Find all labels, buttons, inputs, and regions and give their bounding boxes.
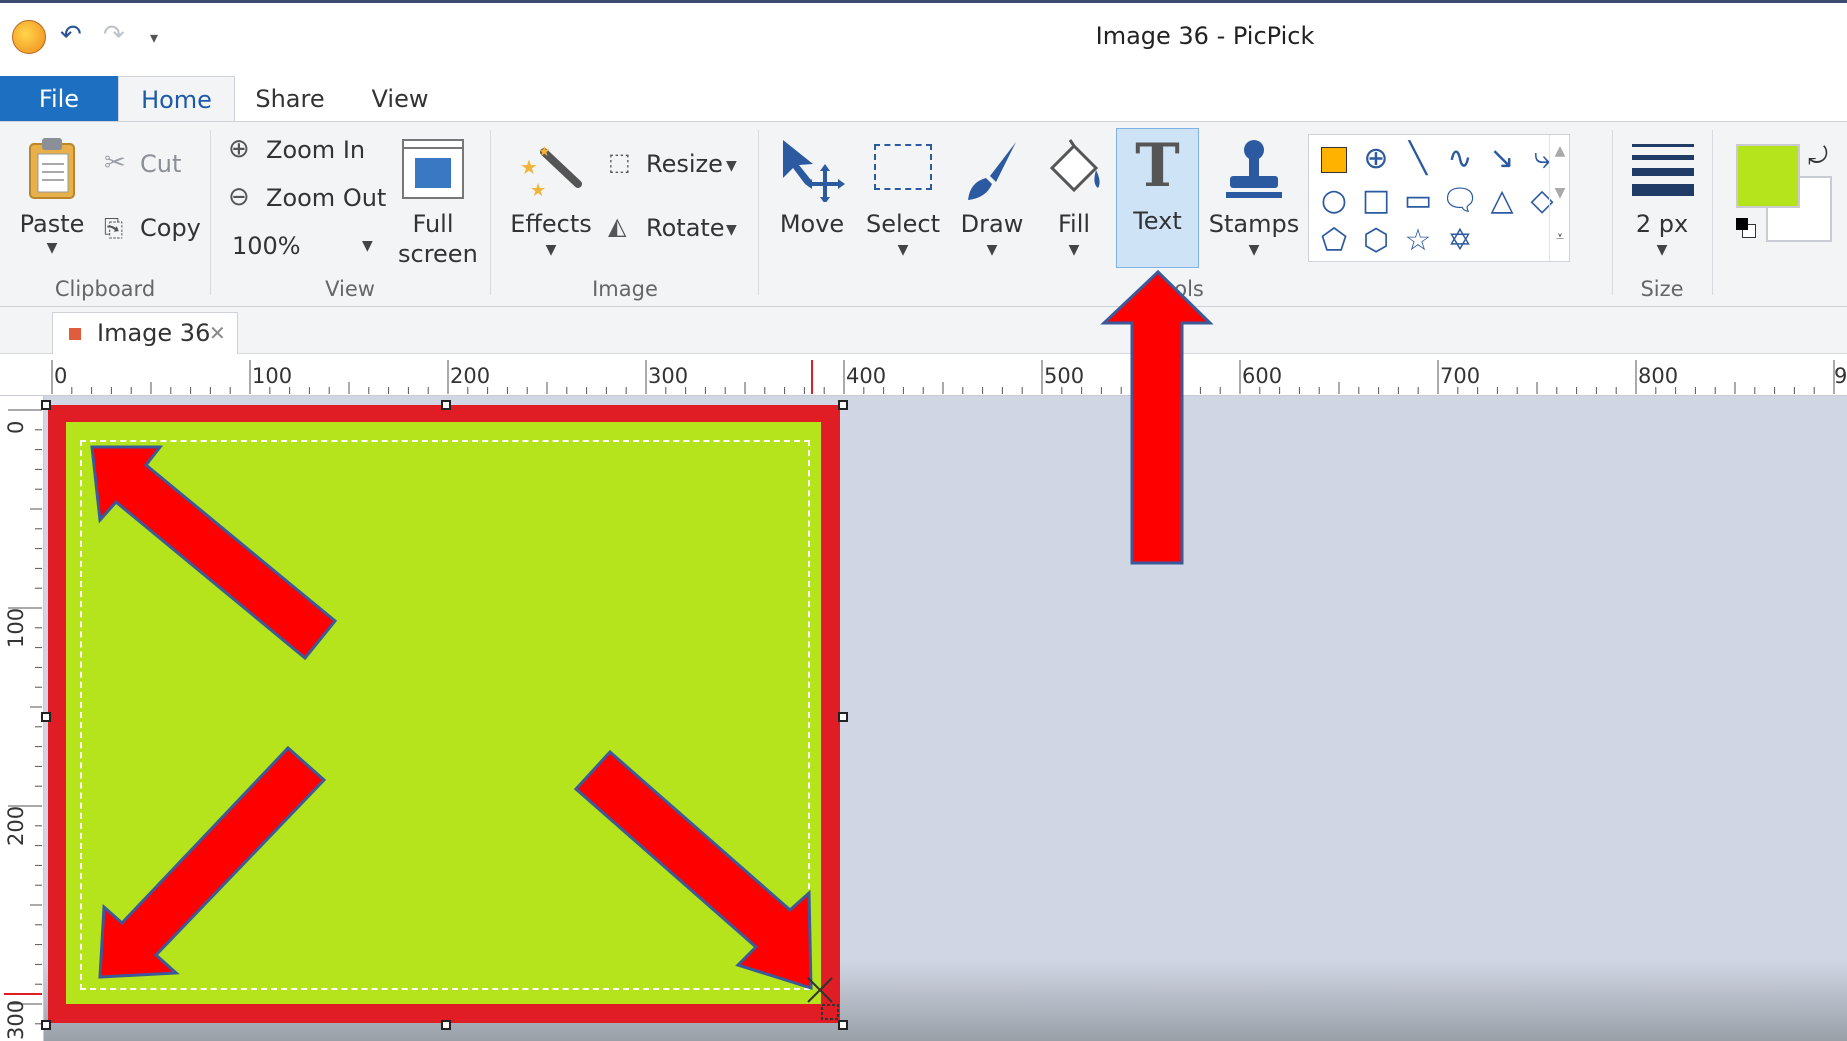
arrow-down-right bbox=[573, 749, 813, 991]
arrow-up-left bbox=[90, 445, 338, 661]
annotation-layer bbox=[90, 269, 1214, 1020]
crosshair-cursor-icon bbox=[807, 977, 839, 1020]
arrow-up-text bbox=[1100, 269, 1214, 565]
arrow-down-left bbox=[98, 745, 327, 979]
